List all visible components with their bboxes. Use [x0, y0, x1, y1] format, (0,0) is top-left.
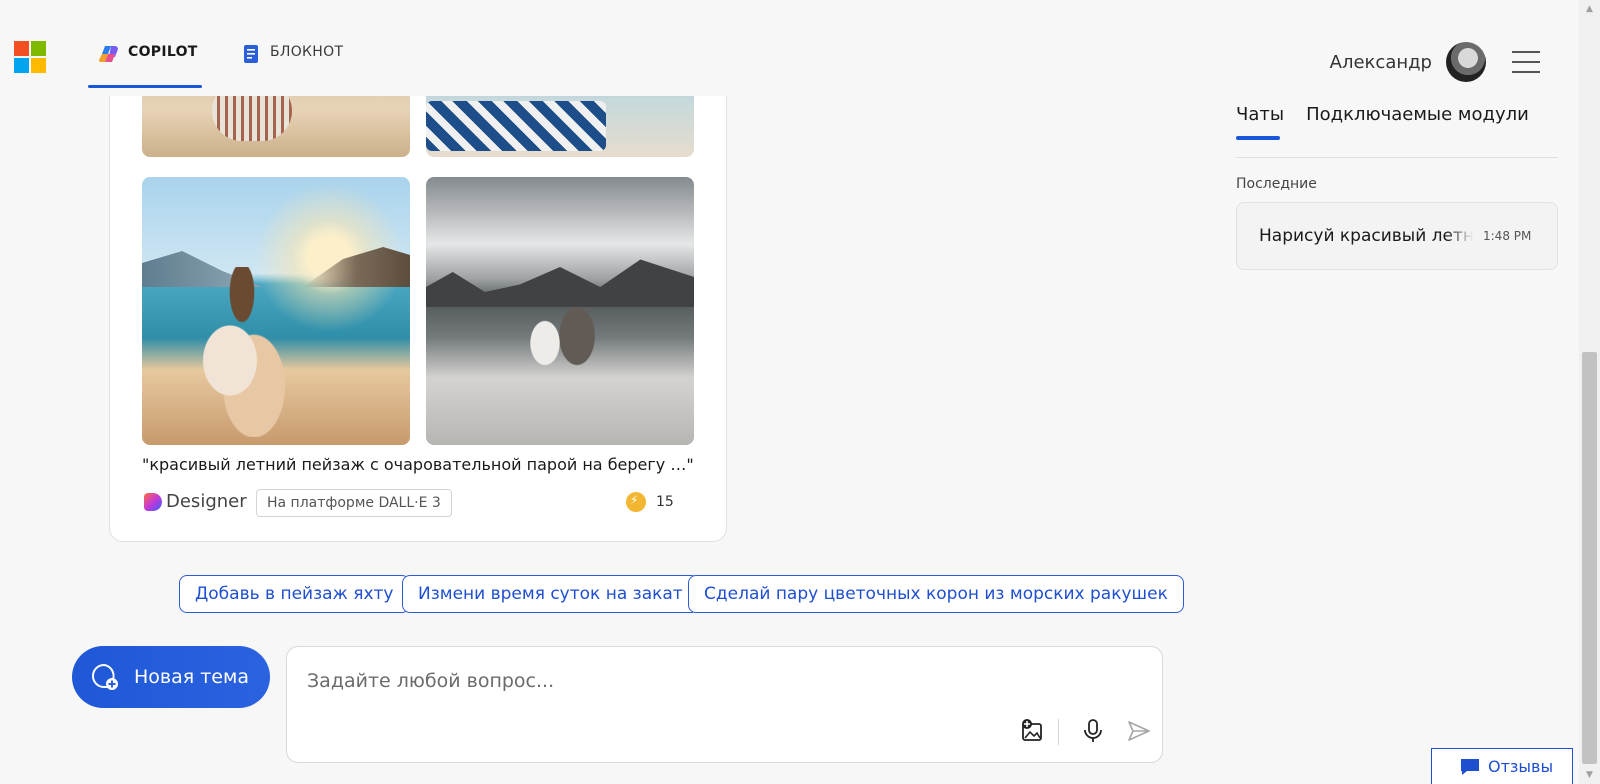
page-scrollbar[interactable]: ▲ ▼: [1579, 0, 1600, 784]
add-image-icon: [1022, 719, 1042, 741]
feedback-button[interactable]: Отзывы: [1431, 748, 1573, 784]
add-image-button[interactable]: [1019, 717, 1047, 745]
image-prompt-caption: "красивый летний пейзаж с очаровательной…: [142, 455, 694, 474]
copilot-icon: [99, 46, 118, 62]
tab-copilot-label: COPILOT: [128, 44, 198, 60]
image-result-card: "красивый летний пейзаж с очаровательной…: [109, 70, 727, 542]
boost-count: 15: [656, 494, 674, 510]
new-chat-icon: [92, 663, 118, 690]
send-icon: [1128, 721, 1150, 741]
chat-composer: [286, 646, 1163, 763]
scroll-thumb[interactable]: [1582, 352, 1597, 764]
scroll-down-arrow-icon[interactable]: ▼: [1579, 768, 1600, 782]
designer-logo-icon: [144, 492, 162, 511]
right-sidebar: Чаты Подключаемые модули Последние Нарис…: [1236, 104, 1558, 270]
platform-badge: На платформе DALL·E 3: [256, 489, 452, 517]
recent-chat-time: 1:48 PM: [1483, 229, 1532, 243]
new-topic-label: Новая тема: [134, 666, 249, 688]
designer-label: Designer: [166, 491, 247, 512]
boost-counter: 15: [626, 492, 674, 512]
avatar[interactable]: [1446, 42, 1486, 82]
top-header: COPILOT БЛОКНОТ Александр: [0, 0, 1568, 96]
feedback-chat-icon: [1461, 758, 1479, 775]
tab-plugins[interactable]: Подключаемые модули: [1306, 104, 1529, 136]
composer-divider: [1058, 719, 1059, 745]
generated-image-3[interactable]: [142, 177, 410, 445]
tab-chats-label: Чаты: [1236, 104, 1285, 125]
suggestion-chip-3[interactable]: Сделай пару цветочных корон из морских р…: [688, 575, 1184, 613]
microphone-icon: [1084, 719, 1102, 742]
ask-input[interactable]: [307, 667, 1127, 695]
feedback-label: Отзывы: [1488, 757, 1554, 776]
microsoft-logo[interactable]: [14, 41, 46, 73]
microphone-button[interactable]: [1079, 717, 1107, 745]
tab-plugins-label: Подключаемые модули: [1306, 104, 1529, 125]
recent-chat-title: Нарисуй красивый летний пейзаж: [1259, 226, 1473, 246]
tab-copilot[interactable]: COPILOT: [88, 44, 202, 88]
active-sidebar-tab-indicator: [1236, 136, 1280, 140]
tab-notebook-label: БЛОКНОТ: [270, 44, 344, 60]
new-topic-button[interactable]: Новая тема: [72, 646, 270, 708]
designer-link[interactable]: Designer: [144, 491, 247, 512]
user-name[interactable]: Александр: [1330, 52, 1432, 73]
hamburger-menu-icon[interactable]: [1512, 51, 1540, 73]
send-button[interactable]: [1125, 717, 1153, 745]
active-tab-indicator: [88, 85, 202, 88]
suggestion-chip-2[interactable]: Измени время суток на закат: [402, 575, 699, 613]
boost-coin-icon: [626, 492, 646, 512]
sidebar-tabs: Чаты Подключаемые модули: [1236, 104, 1558, 158]
recent-section-label: Последние: [1236, 176, 1317, 192]
tab-chats[interactable]: Чаты: [1236, 104, 1285, 140]
generated-image-4[interactable]: [426, 177, 694, 445]
tab-notebook[interactable]: БЛОКНОТ: [240, 44, 343, 88]
scroll-up-arrow-icon[interactable]: ▲: [1579, 2, 1600, 16]
user-area: Александр: [1330, 40, 1540, 84]
recent-chat-item[interactable]: Нарисуй красивый летний пейзаж 1:48 PM: [1236, 202, 1558, 270]
notebook-icon: [244, 45, 258, 63]
suggestion-chip-1[interactable]: Добавь в пейзаж яхту: [179, 575, 410, 613]
